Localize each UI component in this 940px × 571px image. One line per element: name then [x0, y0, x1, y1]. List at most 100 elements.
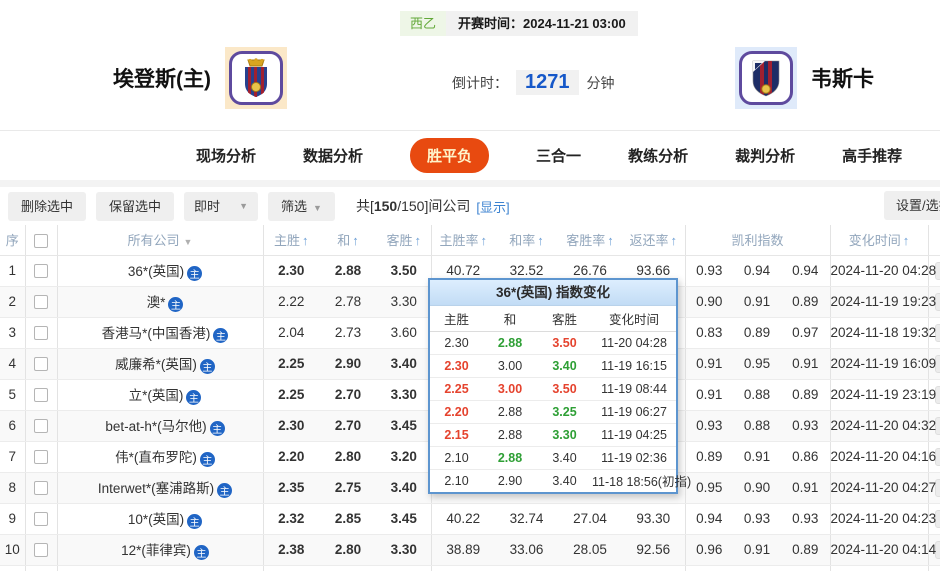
popup-odds-draw: 2.88 [483, 446, 537, 470]
kelly-away: 0.91 [781, 472, 831, 504]
company-name: 伟*(直布罗陀) [115, 450, 197, 465]
column-header-和率[interactable]: 和率 ↑ [495, 225, 558, 256]
company-cell[interactable]: 威廉希*(英国) 主 [57, 348, 264, 380]
row-checkbox[interactable] [34, 481, 48, 496]
eldense-crest-icon [229, 51, 283, 105]
keep-selected-button[interactable]: 保留选中 [96, 191, 175, 221]
company-cell[interactable]: 立*(英国) 主 [57, 379, 264, 411]
match-header: 西乙 开赛时间：2024-11-21 03:00 埃登斯(主) 倒计时： 127… [0, 0, 940, 130]
company-cell[interactable]: 12*(菲律宾) 主 [57, 534, 264, 566]
column-header-主胜率[interactable]: 主胜率 ↑ [431, 225, 495, 256]
column-label: 和 [337, 233, 351, 249]
kelly-away: 0.89 [781, 379, 831, 411]
main-company-badge-icon: 主 [193, 545, 209, 560]
kelly-home: 0.95 [685, 472, 733, 504]
odds-home: 2.30 [263, 255, 319, 287]
tab-胜平负[interactable]: 胜平负 [410, 138, 490, 173]
kelly-home: 0.93 [685, 410, 733, 442]
main-company-badge-icon: 主 [199, 359, 215, 374]
settings-select-button[interactable]: 设置/选择 [884, 191, 940, 220]
company-cell[interactable]: 伟*(直布罗陀) 主 [57, 441, 264, 473]
company-cell[interactable]: Interwet*(塞浦路斯) 主 [57, 472, 264, 504]
column-header-所有公司[interactable]: 所有公司 ▼ [57, 225, 264, 256]
away-team-logo [735, 47, 797, 109]
column-header-主胜[interactable]: 主胜 ↑ [263, 225, 319, 256]
row-checkbox[interactable] [34, 295, 48, 310]
row-checkbox[interactable] [34, 419, 48, 434]
popup-odds-home: 2.30 [430, 354, 483, 378]
kelly-away: 0.89 [781, 534, 831, 566]
row-checkbox[interactable] [34, 388, 48, 403]
rate-away: 28.05 [558, 534, 622, 566]
row-checkbox[interactable] [34, 326, 48, 341]
cell [830, 565, 929, 571]
change-time: 2024-11-19 16:09 [830, 348, 936, 380]
cell [263, 565, 319, 571]
huesca-crest-icon [739, 51, 793, 105]
select-all-checkbox[interactable] [34, 233, 48, 248]
row-checkbox[interactable] [34, 264, 48, 279]
column-header-和[interactable]: 和 ↑ [319, 225, 377, 256]
odds-draw: 2.88 [319, 255, 377, 287]
show-link[interactable]: [显示] [476, 197, 509, 216]
odds-home: 2.35 [263, 472, 319, 504]
popup-odds-draw: 2.88 [483, 331, 537, 355]
column-header-checkbox[interactable] [25, 225, 58, 256]
odds-away: 3.60 [377, 317, 432, 349]
tab-裁判分析[interactable]: 裁判分析 [735, 145, 795, 166]
row-checkbox-cell [25, 317, 58, 349]
tab-教练分析[interactable]: 教练分析 [628, 145, 688, 166]
countdown-unit: 分钟 [586, 74, 615, 91]
kelly-draw: 0.91 [733, 441, 781, 473]
popup-odds-home: 2.30 [430, 331, 483, 355]
cell [57, 565, 264, 571]
rate-return: 93.30 [622, 503, 686, 535]
row-checkbox[interactable] [34, 450, 48, 465]
company-cell[interactable]: bet-at-h*(马尔他) 主 [57, 410, 264, 442]
company-cell[interactable]: 10*(英国) 主 [57, 503, 264, 535]
kelly-away: 0.93 [781, 503, 831, 535]
cell [377, 565, 432, 571]
main-company-badge-icon: 主 [187, 266, 203, 281]
column-header-变化时间[interactable]: 变化时间 ↑ [830, 225, 929, 256]
kelly-away: 0.91 [781, 348, 831, 380]
tab-现场分析[interactable]: 现场分析 [196, 145, 256, 166]
instant-dropdown-value: 即时 [194, 198, 221, 214]
delete-selected-button[interactable]: 删除选中 [8, 191, 87, 221]
tab-高手推荐[interactable]: 高手推荐 [842, 145, 902, 166]
kelly-draw: 0.94 [733, 255, 781, 287]
odds-draw: 2.75 [319, 472, 377, 504]
rate-home: 40.22 [431, 503, 495, 535]
column-label: 客胜 [386, 233, 413, 249]
row-checkbox[interactable] [34, 512, 48, 527]
instant-dropdown[interactable]: 即时 ▼ [184, 191, 259, 221]
filter-dropdown[interactable]: 筛选 ▼ [268, 191, 335, 221]
odds-draw: 2.80 [319, 534, 377, 566]
company-cell[interactable]: 澳* 主 [57, 286, 264, 318]
kelly-home: 0.91 [685, 348, 733, 380]
column-header-返还率[interactable]: 返还率 ↑ [622, 225, 686, 256]
column-header-客胜率[interactable]: 客胜率 ↑ [558, 225, 622, 256]
kelly-draw: 0.88 [733, 410, 781, 442]
row-number: 7 [0, 441, 26, 473]
row-checkbox[interactable] [34, 357, 48, 372]
odds-draw: 2.70 [319, 410, 377, 442]
change-time: 2024-11-19 19:23 [830, 286, 936, 318]
row-checkbox[interactable] [34, 543, 48, 558]
company-cell[interactable]: 36*(英国) 主 [57, 255, 264, 287]
odds-home: 2.04 [263, 317, 319, 349]
home-team: 埃登斯(主) [113, 47, 287, 109]
tab-三合一[interactable]: 三合一 [536, 145, 581, 166]
column-header-客胜[interactable]: 客胜 ↑ [377, 225, 432, 256]
popup-change-time: 11-19 02:36 [592, 446, 676, 470]
kelly-away: 0.89 [781, 286, 831, 318]
sort-arrow-icon: ↑ [537, 233, 544, 249]
main-company-badge-icon: 主 [209, 421, 225, 436]
column-label: 凯利指数 [731, 233, 784, 249]
company-cell[interactable]: 香港马*(中国香港) 主 [57, 317, 264, 349]
kelly-home: 0.83 [685, 317, 733, 349]
chevron-down-icon: ▼ [239, 200, 249, 211]
table-row: 9 10*(英国) 主 2.32 2.85 3.45 40.22 32.74 27.04 93.3… [0, 503, 940, 535]
tab-数据分析[interactable]: 数据分析 [303, 145, 363, 166]
company-name: 36*(英国) [127, 264, 185, 279]
